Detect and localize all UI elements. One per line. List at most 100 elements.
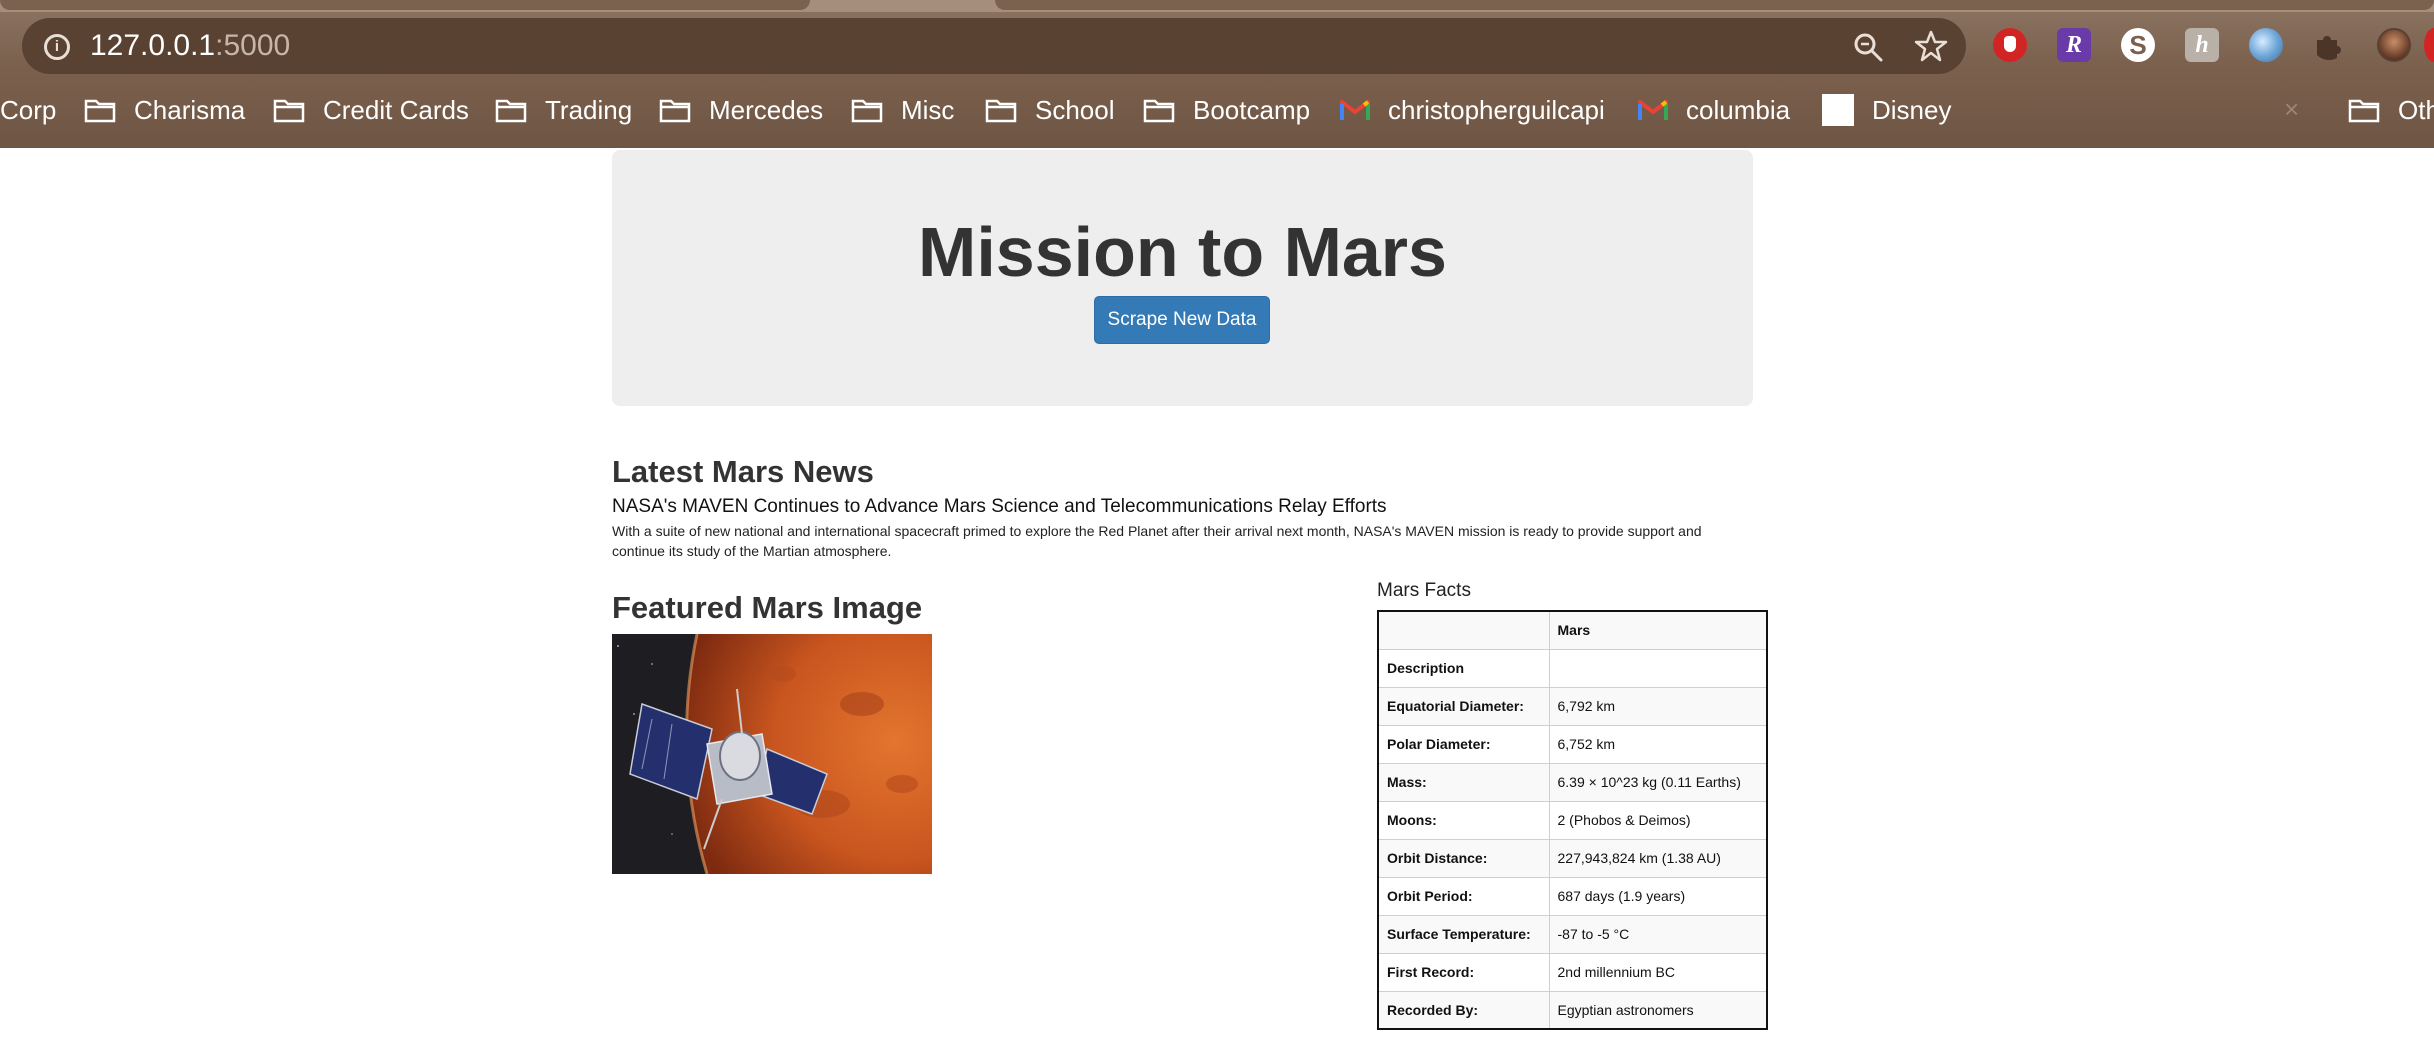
row-label: Surface Temperature:	[1377, 914, 1550, 954]
bookmark-label: Corp	[0, 94, 57, 125]
bookmark-trading[interactable]: Trading	[495, 86, 632, 134]
info-icon[interactable]: i	[44, 34, 70, 60]
bookmark-label: Oth	[2398, 94, 2434, 125]
page-title: Mission to Mars	[918, 213, 1447, 291]
bookmark-label: Charisma	[134, 94, 246, 125]
url-host: 127.0.0.1	[90, 29, 216, 62]
row-value: 687 days (1.9 years)	[1548, 876, 1768, 916]
zoom-icon[interactable]	[1852, 31, 1884, 63]
bookmark-label: Disney	[1872, 94, 1952, 125]
table-row: Polar Diameter: 6,752 km	[1377, 724, 1768, 764]
table-row: Orbit Period: 687 days (1.9 years)	[1377, 876, 1768, 916]
row-label: Equatorial Diameter:	[1377, 686, 1550, 726]
folder-icon	[659, 97, 691, 123]
bookmarks-bar: Corp Charisma Credit Cards Trading Merce…	[0, 86, 2434, 134]
folder-icon	[273, 97, 305, 123]
bookmark-disney[interactable]: Disney	[1822, 86, 1951, 134]
bookmark-school[interactable]: School	[985, 86, 1115, 134]
row-label: Moons:	[1377, 800, 1550, 840]
row-label: Orbit Period:	[1377, 876, 1550, 916]
jumbotron: Mission to Mars Scrape New Data	[612, 150, 1753, 406]
row-label: Recorded By:	[1377, 990, 1550, 1030]
address-bar[interactable]: i 127.0.0.1:5000	[22, 18, 1966, 74]
h-extension-icon[interactable]: h	[2185, 28, 2219, 62]
url-text[interactable]: 127.0.0.1:5000	[90, 30, 290, 62]
bookmark-misc[interactable]: Misc	[851, 86, 954, 134]
bookmark-credit-cards[interactable]: Credit Cards	[273, 86, 469, 134]
bookmark-label: Mercedes	[709, 94, 824, 125]
bookmarks-separator: ×	[2284, 94, 2300, 124]
tab-left[interactable]	[0, 0, 810, 10]
table-header-row: Mars	[1377, 610, 1768, 650]
extensions-puzzle-icon[interactable]	[2313, 30, 2345, 60]
row-value: 6.39 × 10^23 kg (0.11 Earths)	[1548, 762, 1768, 802]
url-port: :5000	[215, 29, 291, 62]
table-row: Moons: 2 (Phobos & Deimos)	[1377, 800, 1768, 840]
bookmark-label: columbia	[1686, 94, 1791, 125]
table-row: Equatorial Diameter: 6,792 km	[1377, 686, 1768, 726]
row-value: 2nd millennium BC	[1548, 952, 1768, 992]
folder-icon	[2348, 97, 2380, 123]
bookmark-label: Misc	[901, 94, 955, 125]
facts-heading: Mars Facts	[1377, 580, 1471, 601]
s-extension-icon[interactable]: S	[2121, 28, 2155, 62]
row-label: Orbit Distance:	[1377, 838, 1550, 878]
tab-right[interactable]	[995, 0, 2434, 10]
folder-icon	[84, 97, 116, 123]
row-value: 6,792 km	[1548, 686, 1768, 726]
extension-icon-partial[interactable]	[2424, 28, 2434, 62]
table-row: First Record: 2nd millennium BC	[1377, 952, 1768, 992]
disney-icon	[1822, 94, 1854, 126]
row-label: First Record:	[1377, 952, 1550, 992]
bookmark-label: christopherguilcapi	[1388, 94, 1605, 125]
bookmark-other[interactable]: Oth	[2348, 86, 2434, 134]
bookmark-label: School	[1035, 94, 1115, 125]
row-value: -87 to -5 °C	[1548, 914, 1768, 954]
folder-icon	[495, 97, 527, 123]
mars-facts-table: Mars Description Equatorial Diameter: 6,…	[1377, 610, 1768, 1030]
globe-extension-icon[interactable]	[2249, 28, 2283, 62]
row-value: 2 (Phobos & Deimos)	[1548, 800, 1768, 840]
news-teaser: With a suite of new national and interna…	[612, 523, 1702, 559]
news-title: NASA's MAVEN Continues to Advance Mars S…	[612, 496, 1387, 517]
folder-icon	[1143, 97, 1175, 123]
table-row: Mass: 6.39 × 10^23 kg (0.11 Earths)	[1377, 762, 1768, 802]
bookmark-bootcamp[interactable]: Bootcamp	[1143, 86, 1310, 134]
scrape-new-data-button[interactable]: Scrape New Data	[1094, 296, 1270, 344]
row-value: 6,752 km	[1548, 724, 1768, 764]
table-row: Recorded By: Egyptian astronomers	[1377, 990, 1768, 1030]
row-label: Mass:	[1377, 762, 1550, 802]
adblock-extension-icon[interactable]	[1993, 28, 2027, 62]
featured-mars-image	[612, 634, 932, 874]
table-header-mars: Mars	[1548, 610, 1768, 650]
bookmark-corp[interactable]: Corp	[0, 86, 56, 134]
bookmark-label: Bootcamp	[1193, 94, 1311, 125]
table-row: Orbit Distance: 227,943,824 km (1.38 AU)	[1377, 838, 1768, 878]
folder-icon	[851, 97, 883, 123]
gmail-icon	[1340, 100, 1370, 120]
table-row: Description	[1377, 648, 1768, 688]
row-label: Polar Diameter:	[1377, 724, 1550, 764]
news-heading: Latest Mars News	[612, 454, 874, 489]
bookmark-label: Credit Cards	[323, 94, 469, 125]
row-label: Description	[1377, 648, 1550, 688]
page-content: Mission to Mars Scrape New Data Latest M…	[0, 148, 2434, 1054]
browser-chrome: i 127.0.0.1:5000 R S h Corp Charisma Cre…	[0, 0, 2434, 148]
table-header-empty	[1377, 610, 1550, 650]
profile-avatar[interactable]	[2377, 28, 2411, 62]
row-value: Egyptian astronomers	[1548, 990, 1768, 1030]
row-value: 227,943,824 km (1.38 AU)	[1548, 838, 1768, 878]
tab-strip	[0, 0, 2434, 12]
bookmark-gmail-christopherguilcapi[interactable]: christopherguilcapi	[1340, 86, 1605, 134]
bookmark-charisma[interactable]: Charisma	[84, 86, 245, 134]
folder-icon	[985, 97, 1017, 123]
r-extension-icon[interactable]: R	[2057, 28, 2091, 62]
bookmark-star-icon[interactable]	[1914, 29, 1948, 63]
bookmark-label: Trading	[545, 94, 633, 125]
gmail-icon	[1638, 100, 1668, 120]
featured-image-heading: Featured Mars Image	[612, 590, 923, 625]
table-row: Surface Temperature: -87 to -5 °C	[1377, 914, 1768, 954]
row-value	[1548, 648, 1768, 688]
bookmark-gmail-columbia[interactable]: columbia	[1638, 86, 1790, 134]
bookmark-mercedes[interactable]: Mercedes	[659, 86, 823, 134]
